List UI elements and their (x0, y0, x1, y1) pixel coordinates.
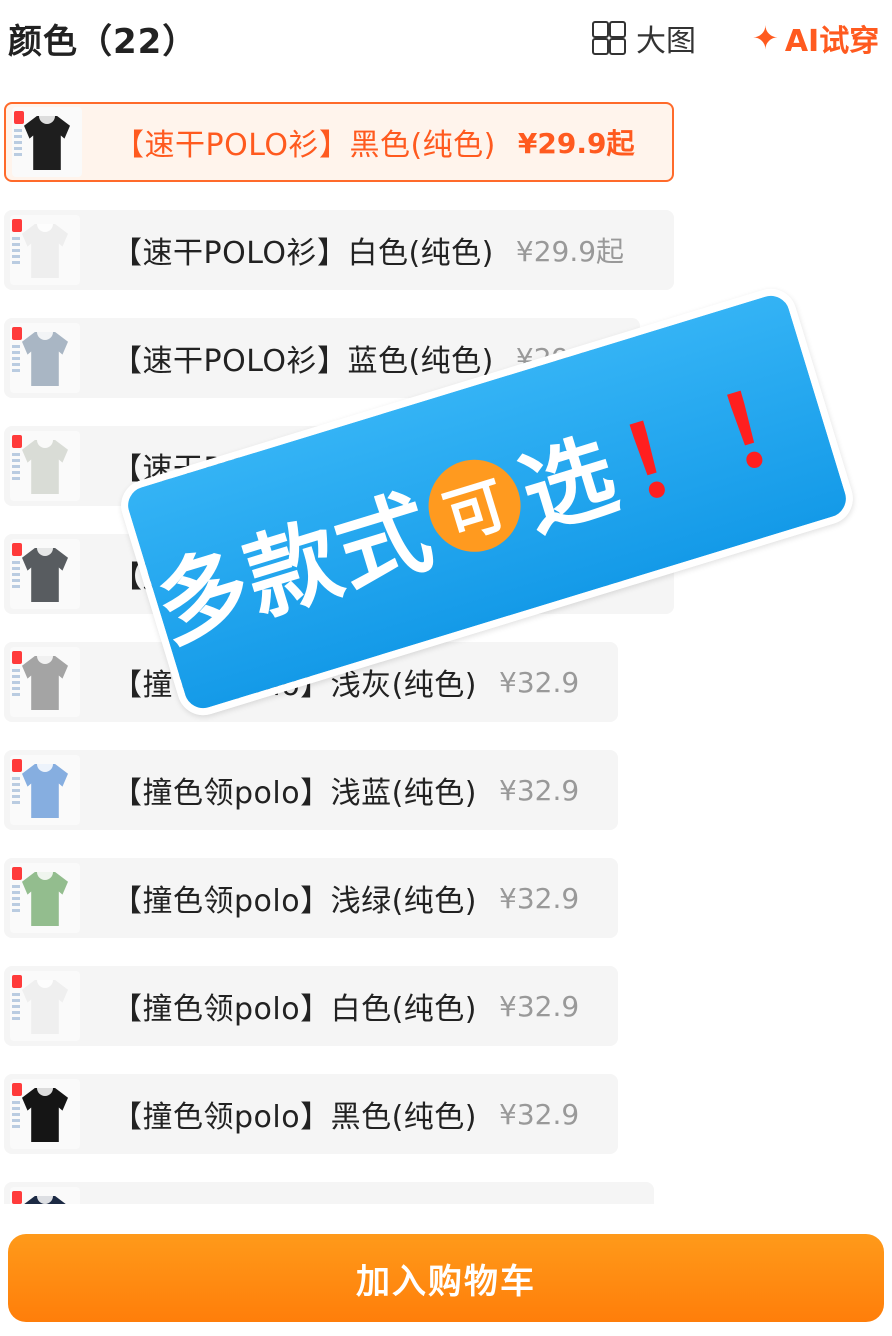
variant-thumbnail (10, 863, 80, 933)
size-tag-icon (12, 237, 20, 267)
variant-thumbnail (10, 971, 80, 1041)
ai-tryon-label: AI试穿 (784, 24, 880, 59)
variant-price: ¥32.9 (499, 989, 580, 1023)
variant-label: 【速干POLO衫】蓝色(纯色) (112, 344, 494, 379)
variant-label: 【撞色领polo】浅蓝(纯色) (112, 776, 477, 811)
brand-tag-icon (12, 435, 22, 448)
size-tag-icon (12, 453, 20, 483)
variant-thumbnail (10, 755, 80, 825)
variant-label: 【速干POLO衫】黑色(纯色) (114, 128, 496, 163)
variant-item[interactable]: 【速干POLO衫】黑色(纯色) ¥29.9起 (4, 102, 674, 182)
big-image-label: 大图 (636, 24, 696, 59)
sparkle-icon: ✦ (752, 19, 779, 57)
variant-thumbnail (10, 539, 80, 609)
variant-item[interactable]: 【撞色领polo】浅绿(纯色) ¥32.9 (4, 858, 618, 938)
size-tag-icon (12, 1101, 20, 1131)
size-tag-icon (14, 129, 22, 159)
polo-shirt-icon (22, 764, 68, 818)
size-tag-icon (12, 777, 20, 807)
variant-item[interactable]: 【撞色领polo】白色(纯色) ¥32.9 (4, 966, 618, 1046)
size-tag-icon (12, 561, 20, 591)
variant-label: 【速干POLO衫】白色(纯色) (112, 236, 494, 271)
brand-tag-icon (12, 867, 22, 880)
polo-shirt-icon (22, 980, 68, 1034)
brand-tag-icon (12, 975, 22, 988)
variant-price: ¥29.9起 (515, 235, 625, 268)
polo-shirt-icon (22, 1088, 68, 1142)
banner-text: 多款式 (143, 476, 445, 662)
brand-tag-icon (12, 1191, 22, 1204)
variant-price: ¥32.9 (499, 1097, 580, 1131)
size-tag-icon (12, 345, 20, 375)
exclamation-icon: ！！ (607, 353, 837, 526)
big-image-toggle[interactable]: 大图 (592, 16, 696, 60)
variant-thumbnail (10, 1079, 80, 1149)
brand-tag-icon (12, 219, 22, 232)
variant-price: ¥29.9起 (517, 127, 635, 160)
color-count-title: 颜色（22） (8, 22, 198, 62)
variant-thumbnail (10, 1187, 80, 1204)
polo-shirt-icon (22, 872, 68, 926)
variant-price: ¥32.9 (499, 665, 580, 699)
variant-item[interactable]: 【速干POLO衫】白色(纯色) ¥29.9起 (4, 210, 674, 290)
variant-label: 【撞色领polo】浅绿(纯色) (112, 884, 477, 919)
variant-item[interactable]: 【撞色领polo】藏蓝(纯色)¥32.9起 (4, 1182, 654, 1204)
grid-icon (592, 21, 626, 55)
variant-thumbnail (10, 647, 80, 717)
variant-list[interactable]: 【速干POLO衫】黑色(纯色) ¥29.9起 【速干POLO衫】白色(纯色) ¥29.… (0, 96, 892, 1204)
brand-tag-icon (12, 543, 22, 556)
ai-tryon-button[interactable]: ✦ AI试穿 (752, 16, 879, 60)
variant-item[interactable]: 【撞色领polo】浅蓝(纯色) ¥32.9 (4, 750, 618, 830)
polo-shirt-icon (22, 224, 68, 278)
brand-tag-icon (14, 111, 24, 124)
brand-tag-icon (12, 651, 22, 664)
polo-shirt-icon (22, 440, 68, 494)
size-tag-icon (12, 993, 20, 1023)
brand-tag-icon (12, 327, 22, 340)
variant-item[interactable]: 【撞色领polo】黑色(纯色) ¥32.9 (4, 1074, 618, 1154)
variant-price: ¥32.9 (499, 881, 580, 915)
size-tag-icon (12, 669, 20, 699)
polo-shirt-icon (22, 656, 68, 710)
brand-tag-icon (12, 759, 22, 772)
add-to-cart-button[interactable]: 加入购物车 (8, 1234, 884, 1322)
polo-shirt-icon (24, 116, 70, 170)
variant-thumbnail (10, 215, 80, 285)
variant-thumbnail (10, 323, 80, 393)
brand-tag-icon (12, 1083, 22, 1096)
polo-shirt-icon (22, 332, 68, 386)
footer: 加入购物车 (0, 1204, 892, 1336)
size-tag-icon (12, 885, 20, 915)
variant-label: 【撞色领polo】白色(纯色) (112, 992, 477, 1027)
variant-thumbnail (10, 431, 80, 501)
polo-shirt-icon (22, 548, 68, 602)
header: 颜色（22） 大图 ✦ AI试穿 (0, 0, 892, 82)
variant-price: ¥32.9 (499, 773, 580, 807)
variant-label: 【撞色领polo】黑色(纯色) (112, 1100, 477, 1135)
variant-thumbnail (12, 107, 82, 177)
